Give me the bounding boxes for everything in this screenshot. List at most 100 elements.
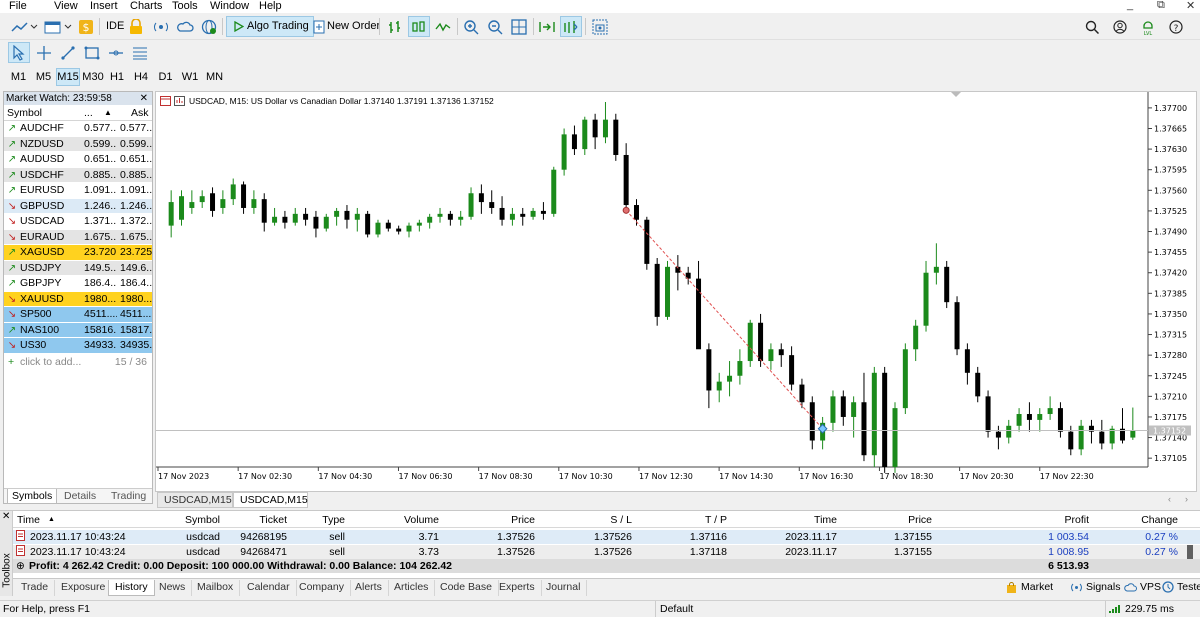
- tab-mailbox[interactable]: Mailbox: [191, 580, 241, 596]
- fibo-tool-button[interactable]: [129, 42, 151, 63]
- menu-insert[interactable]: Insert: [90, 0, 118, 12]
- column-ask[interactable]: Ask: [131, 105, 149, 121]
- minimize-icon[interactable]: _: [1127, 0, 1133, 11]
- timeframe-d1[interactable]: D1: [155, 68, 176, 86]
- close-icon[interactable]: ✕: [2, 511, 10, 522]
- signals-link[interactable]: Signals: [1070, 581, 1120, 593]
- market-watch-row[interactable]: ↘ USDCAD 1.371... 1.372...: [4, 214, 152, 230]
- header-ticket[interactable]: Ticket: [227, 514, 287, 526]
- search-button[interactable]: [1082, 16, 1102, 37]
- toolbox-scrollbar[interactable]: [1187, 545, 1193, 559]
- add-symbol-row[interactable]: + click to add... 15 / 36: [4, 354, 152, 370]
- vps-link[interactable]: VPS: [1124, 581, 1161, 593]
- chart-tab-2[interactable]: USDCAD,M15: [233, 492, 308, 508]
- chart-tab-1[interactable]: USDCAD,M15: [157, 492, 233, 508]
- market-watch-row[interactable]: ↘ SP500 4511.... 4511....: [4, 307, 152, 323]
- timeframe-mn[interactable]: MN: [203, 68, 226, 86]
- profiles-button[interactable]: [42, 16, 74, 37]
- header-profit[interactable]: Profit: [1029, 514, 1089, 526]
- header-price[interactable]: Price: [475, 514, 535, 526]
- hline-tool-button[interactable]: [105, 42, 127, 63]
- market-link[interactable]: Market: [1006, 581, 1053, 593]
- tab-trading[interactable]: Trading: [107, 489, 150, 504]
- tab-history[interactable]: History: [108, 580, 155, 596]
- market-watch-row[interactable]: ↗ NZDUSD 0.599... 0.599...: [4, 136, 152, 152]
- zoom-out-button[interactable]: [484, 16, 506, 37]
- lock-button[interactable]: [126, 16, 146, 37]
- header-sl[interactable]: S / L: [572, 514, 632, 526]
- tab-company[interactable]: Company: [293, 580, 351, 596]
- chart-window[interactable]: 1.37700 1.37665 1.37630 1.37595 1.37560 1.375…: [155, 91, 1197, 492]
- chart-shift-button[interactable]: [560, 16, 582, 37]
- auto-scroll-button[interactable]: [536, 16, 558, 37]
- algo-trading-button[interactable]: Algo Trading: [226, 16, 314, 37]
- market-button[interactable]: $: [76, 16, 96, 37]
- timeframe-h1[interactable]: H1: [107, 68, 127, 86]
- expand-icon[interactable]: ⊕: [16, 559, 25, 573]
- tab-details[interactable]: Details: [60, 489, 100, 504]
- close-icon[interactable]: ✕: [140, 92, 148, 105]
- market-watch-row[interactable]: ↗ AUDUSD 0.651... 0.651...: [4, 152, 152, 168]
- tab-experts[interactable]: Experts: [493, 580, 542, 596]
- tab-articles[interactable]: Articles: [388, 580, 436, 596]
- column-symbol[interactable]: Symbol: [7, 105, 42, 121]
- timeframe-m1[interactable]: M1: [8, 68, 29, 86]
- scroll-right-icon[interactable]: ›: [1185, 494, 1188, 504]
- close-icon[interactable]: ✕: [1186, 0, 1195, 12]
- screenshot-button[interactable]: [589, 16, 611, 37]
- cursor-tool-button[interactable]: [8, 42, 30, 63]
- menu-help[interactable]: Help: [259, 0, 282, 12]
- market-watch-row[interactable]: ↘ GBPUSD 1.246... 1.246...: [4, 198, 152, 214]
- tab-news[interactable]: News: [153, 580, 193, 596]
- tester-link[interactable]: Tester: [1162, 581, 1200, 593]
- tab-symbols[interactable]: Symbols: [7, 489, 58, 504]
- restore-icon[interactable]: ⧉: [1157, 0, 1165, 12]
- market-watch-row[interactable]: ↗ USDJPY 149.5... 149.6...: [4, 260, 152, 276]
- header-change[interactable]: Change: [1118, 514, 1178, 526]
- zoom-in-button[interactable]: [460, 16, 482, 37]
- shapes-tool-button[interactable]: [81, 42, 103, 63]
- tab-calendar[interactable]: Calendar: [241, 580, 297, 596]
- column-bid[interactable]: ...: [84, 105, 93, 121]
- header-volume[interactable]: Volume: [379, 514, 439, 526]
- candlestick-chart-button[interactable]: [408, 16, 430, 37]
- tab-alerts[interactable]: Alerts: [349, 580, 389, 596]
- header-symbol[interactable]: Symbol: [140, 514, 220, 526]
- timeframe-m15[interactable]: M15: [56, 68, 80, 86]
- line-chart-button[interactable]: [432, 16, 454, 37]
- tab-journal[interactable]: Journal: [540, 580, 588, 596]
- header-tp[interactable]: T / P: [667, 514, 727, 526]
- menu-window[interactable]: Window: [210, 0, 249, 12]
- crosshair-tool-button[interactable]: [33, 42, 55, 63]
- tab-code-base[interactable]: Code Base: [434, 580, 499, 596]
- tab-trade[interactable]: Trade: [15, 580, 56, 596]
- vps-toolbar-button[interactable]: [199, 16, 219, 37]
- new-chart-button[interactable]: [8, 16, 40, 37]
- header-time[interactable]: Time: [17, 514, 40, 526]
- candlestick-chart[interactable]: 1.37700 1.37665 1.37630 1.37595 1.37560 1.375…: [156, 92, 1196, 491]
- history-row[interactable]: 2023.11.17 10:43:24 usdcad 94268471 sell 3.7…: [13, 544, 1200, 572]
- bar-chart-button[interactable]: [384, 16, 406, 37]
- market-watch-row[interactable]: ↗ EURUSD 1.091... 1.091...: [4, 183, 152, 199]
- account-button[interactable]: [1110, 16, 1130, 37]
- signals-toolbar-button[interactable]: [151, 16, 171, 37]
- menu-tools[interactable]: Tools: [172, 0, 198, 12]
- menu-file[interactable]: File: [9, 0, 27, 12]
- market-watch-row[interactable]: ↗NAS100 15816....15817....: [4, 322, 152, 338]
- level-button[interactable]: LVL: [1138, 16, 1158, 37]
- timeframe-m5[interactable]: M5: [32, 68, 55, 86]
- timeframe-h4[interactable]: H4: [131, 68, 151, 86]
- help-button[interactable]: ?: [1166, 16, 1186, 37]
- market-watch-row[interactable]: ↗ GBPJPY 186.4... 186.4...: [4, 276, 152, 292]
- scroll-left-icon[interactable]: ‹: [1168, 494, 1171, 504]
- new-order-button[interactable]: New Order: [308, 16, 385, 37]
- header-type[interactable]: Type: [295, 514, 345, 526]
- market-watch-row[interactable]: ↗ USDCHF 0.885... 0.885...: [4, 167, 152, 183]
- market-watch-row[interactable]: ↘ EURAUD 1.675... 1.675...: [4, 229, 152, 245]
- cloud-button[interactable]: [175, 16, 195, 37]
- history-row[interactable]: 2023.11.17 10:43:24 usdcad 94268195 sell 3.7…: [13, 530, 1200, 557]
- tab-exposure[interactable]: Exposure: [55, 580, 113, 596]
- timeframe-m30[interactable]: M30: [81, 68, 105, 86]
- timeframe-w1[interactable]: W1: [179, 68, 201, 86]
- market-watch-row[interactable]: ↘US30 34933....34935....: [4, 338, 152, 354]
